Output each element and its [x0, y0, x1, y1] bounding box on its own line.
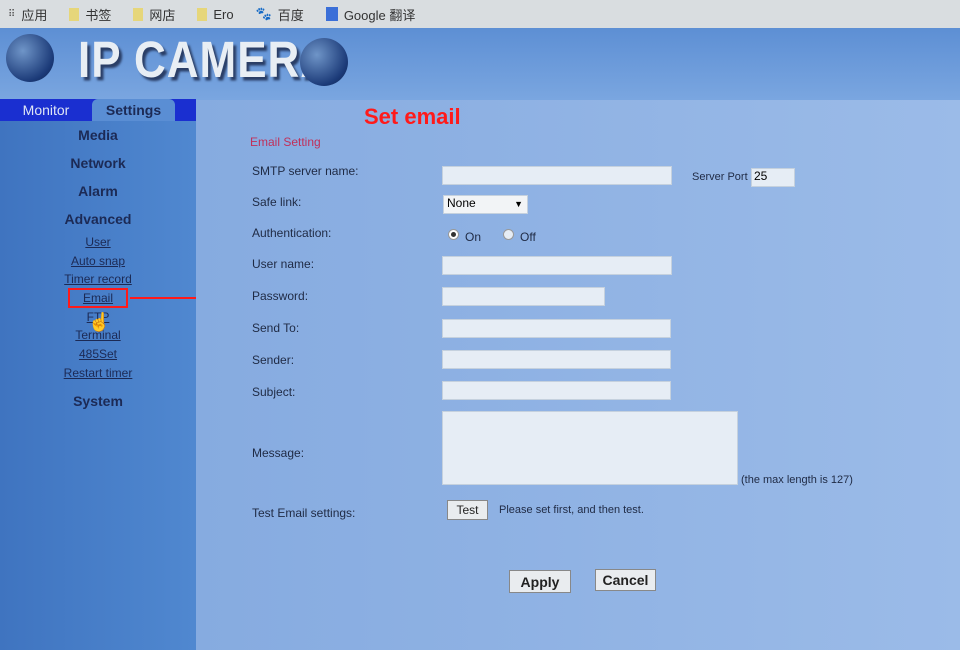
tab-settings[interactable]: Settings — [92, 99, 175, 121]
authentication-label: Authentication: — [252, 226, 332, 240]
folder-icon — [197, 7, 208, 21]
test-button[interactable]: Test — [447, 500, 488, 520]
test-email-label: Test Email settings: — [252, 506, 356, 520]
bookmark-baidu[interactable]: 🐾 百度 — [256, 5, 304, 24]
bookmark-folder[interactable]: 网店 — [133, 5, 175, 24]
apps-icon: ⠿ — [8, 8, 16, 20]
user-name-input[interactable] — [442, 256, 672, 275]
sidebar-network[interactable]: Network — [0, 149, 196, 177]
apply-button[interactable]: Apply — [509, 570, 571, 593]
sidebar-link-user[interactable]: User — [0, 233, 196, 252]
sidebar-link-restart-timer[interactable]: Restart timer — [0, 364, 196, 383]
google-translate-icon — [325, 7, 338, 21]
send-to-input[interactable] — [442, 319, 671, 338]
hand-cursor-icon: ☝ — [88, 312, 111, 332]
safe-link-label: Safe link: — [252, 195, 302, 209]
server-port-label: Server Port — [692, 171, 748, 183]
sidebar-link-485set[interactable]: 485Set — [0, 345, 196, 364]
send-to-label: Send To: — [252, 321, 300, 335]
tab-bar: Monitor Settings — [0, 99, 196, 121]
email-link-label: Email — [67, 288, 129, 309]
auth-off-label: Off — [520, 230, 536, 244]
folder-icon — [133, 7, 144, 21]
section-title: Email Setting — [250, 135, 321, 149]
logo: IP CAMERA — [78, 32, 334, 89]
auth-on-radio[interactable] — [448, 229, 459, 240]
bookmark-google-translate[interactable]: Google 翻译 — [325, 5, 415, 24]
server-port-input[interactable]: 25 — [751, 168, 795, 187]
password-label: Password: — [252, 289, 309, 303]
sidebar-link-auto-snap[interactable]: Auto snap — [0, 252, 196, 271]
sidebar-alarm[interactable]: Alarm — [0, 177, 196, 205]
bookmark-apps[interactable]: ⠿ 应用 — [8, 5, 47, 24]
folder-icon — [69, 7, 80, 21]
sidebar: Media Network Alarm Advanced User Auto s… — [0, 121, 196, 650]
sidebar-advanced[interactable]: Advanced — [0, 205, 196, 233]
bookmark-folder[interactable]: 书签 — [69, 5, 111, 24]
tab-monitor[interactable]: Monitor — [0, 99, 92, 121]
globe-icon — [6, 34, 54, 82]
sidebar-link-timer-record[interactable]: Timer record — [0, 270, 196, 289]
globe-icon — [300, 38, 348, 86]
sender-label: Sender: — [252, 353, 295, 367]
bookmark-folder[interactable]: Ero — [197, 7, 234, 22]
auth-on-label: On — [465, 230, 482, 244]
baidu-icon: 🐾 — [255, 6, 272, 21]
password-input[interactable] — [442, 287, 605, 306]
dropdown-arrow-icon: ▼ — [514, 199, 523, 209]
test-note: Please set first, and then test. — [499, 504, 644, 516]
auth-off-radio[interactable] — [503, 229, 514, 240]
message-label: Message: — [252, 446, 305, 460]
smtp-server-input[interactable] — [442, 166, 672, 185]
max-length-note: (the max length is 127) — [741, 474, 853, 486]
message-textarea[interactable] — [442, 411, 738, 485]
smtp-label: SMTP server name: — [252, 164, 359, 178]
annotation-title: Set email — [364, 104, 461, 129]
sidebar-system[interactable]: System — [0, 387, 196, 415]
sidebar-media[interactable]: Media — [0, 121, 196, 149]
safe-link-select[interactable]: None ▼ — [443, 195, 528, 214]
bookmarks-bar: ⠿ 应用 书签 网店 Ero 🐾 百度 Google 翻译 — [0, 0, 960, 28]
header-banner: IP CAMERA — [0, 28, 960, 100]
cancel-button[interactable]: Cancel — [595, 569, 656, 591]
sender-input[interactable] — [442, 350, 671, 369]
user-name-label: User name: — [252, 257, 315, 271]
subject-label: Subject: — [252, 385, 296, 399]
subject-input[interactable] — [442, 381, 671, 400]
